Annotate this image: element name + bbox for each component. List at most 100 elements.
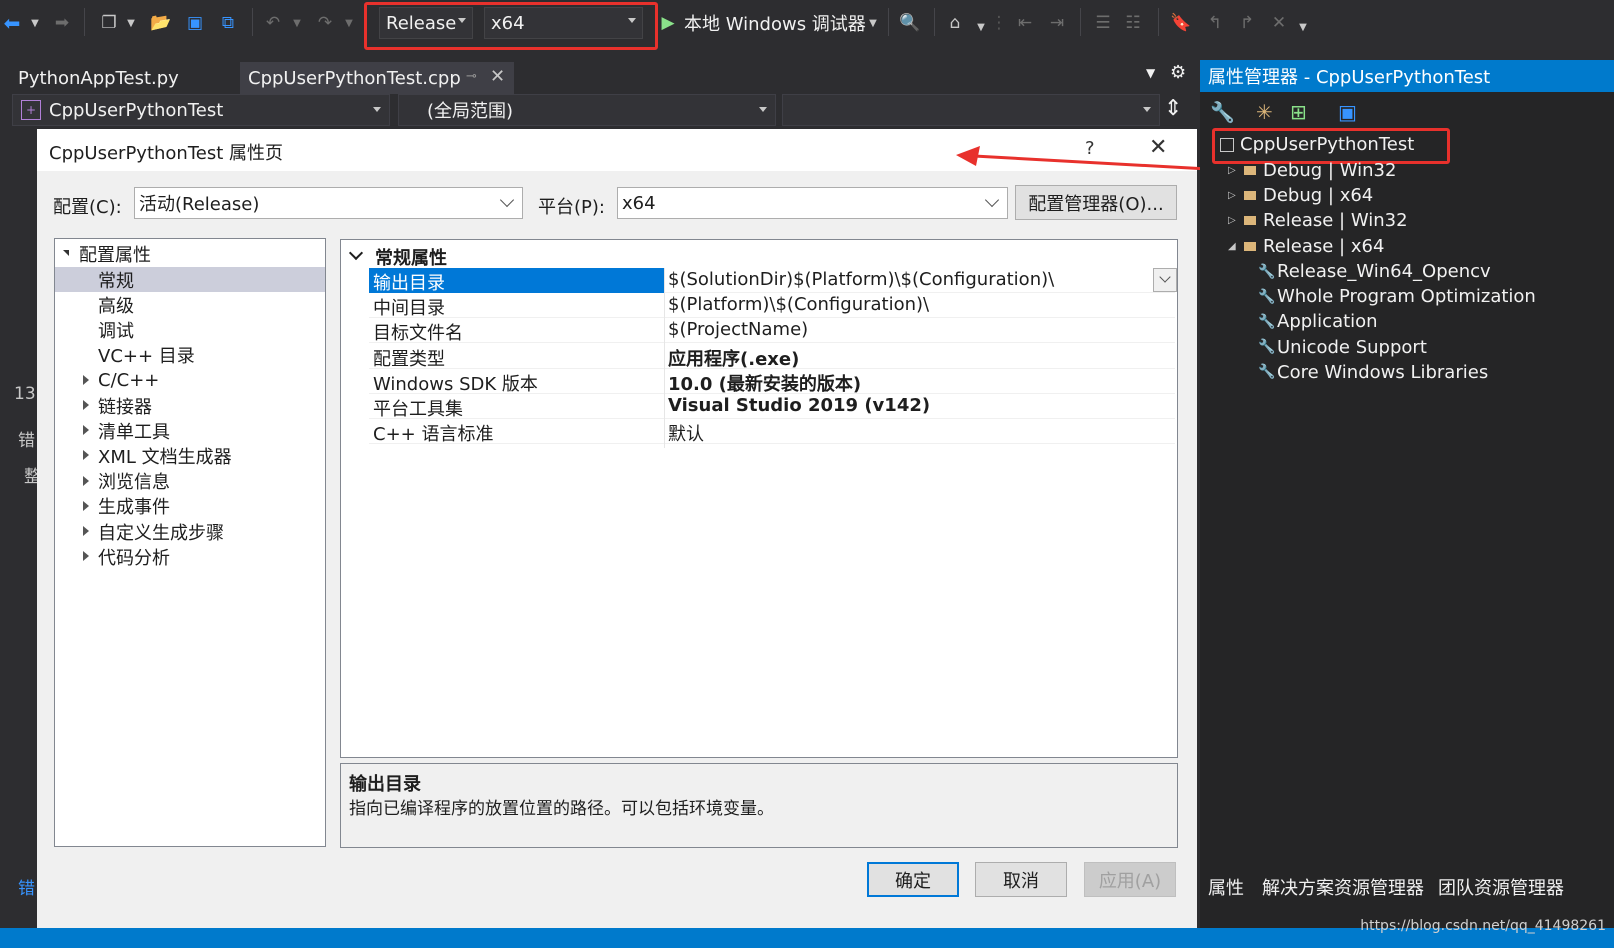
value-dropdown-button[interactable] bbox=[1153, 268, 1177, 292]
prev-bookmark-icon[interactable]: ↰ bbox=[1202, 10, 1228, 36]
property-value[interactable]: 应用程序(.exe) bbox=[668, 345, 799, 371]
wrench-icon[interactable]: 🔧 bbox=[1210, 100, 1235, 124]
tree-item[interactable]: C/C++ bbox=[55, 368, 325, 393]
expand-icon[interactable]: ▷ bbox=[1228, 165, 1240, 176]
debug-target-dropdown-icon[interactable]: ▼ bbox=[866, 10, 880, 36]
close-icon[interactable]: ✕ bbox=[490, 66, 505, 87]
expanded-icon[interactable] bbox=[63, 250, 69, 256]
pm-property-sheet[interactable]: 🔧 Core Windows Libraries bbox=[1258, 360, 1488, 385]
tree-item[interactable]: 链接器 bbox=[55, 393, 325, 418]
property-value[interactable]: Visual Studio 2019 (v142) bbox=[668, 395, 930, 416]
tab-properties[interactable]: 属性 bbox=[1208, 874, 1244, 900]
property-value[interactable]: 10.0 (最新安装的版本) bbox=[668, 370, 861, 396]
ok-button[interactable]: 确定 bbox=[867, 862, 959, 897]
outdent-icon[interactable]: ⇤ bbox=[1012, 10, 1038, 36]
uncomment-icon[interactable]: ☷ bbox=[1120, 10, 1146, 36]
next-bookmark-icon[interactable]: ↱ bbox=[1234, 10, 1260, 36]
tree-item[interactable]: VC++ 目录 bbox=[55, 343, 325, 368]
expand-icon[interactable] bbox=[83, 500, 89, 511]
member-nav-combo[interactable] bbox=[782, 94, 1160, 126]
tree-item[interactable]: 生成事件 bbox=[55, 494, 325, 519]
tree-root[interactable]: 配置属性 bbox=[55, 241, 325, 266]
tab-team-explorer[interactable]: 团队资源管理器 bbox=[1438, 874, 1564, 900]
expand-icon[interactable]: ▷ bbox=[1228, 215, 1240, 226]
grid-section-header[interactable]: 常规属性 bbox=[341, 242, 1177, 269]
indent-icon[interactable]: ⇥ bbox=[1044, 10, 1070, 36]
pin-icon[interactable]: ⊸ bbox=[466, 69, 477, 84]
configuration-manager-button[interactable]: 配置管理器(O)... bbox=[1015, 185, 1177, 220]
tree-item[interactable]: 调试 bbox=[55, 317, 325, 342]
pm-config-node[interactable]: ▷ Debug | Win32 bbox=[1228, 158, 1396, 183]
toolbar-overflow-icon[interactable]: ▼ bbox=[1296, 14, 1310, 40]
property-value[interactable]: $(SolutionDir)$(Platform)\$(Configuratio… bbox=[668, 269, 1054, 290]
comment-icon[interactable]: ☰ bbox=[1090, 10, 1116, 36]
tab-solution-explorer[interactable]: 解决方案资源管理器 bbox=[1262, 874, 1424, 900]
add-existing-sheet-icon[interactable]: ⊞ bbox=[1290, 100, 1307, 124]
property-row[interactable]: 平台工具集 Visual Studio 2019 (v142) bbox=[369, 394, 1175, 420]
expand-icon[interactable] bbox=[83, 400, 89, 410]
play-icon[interactable]: ▶ bbox=[658, 10, 678, 36]
clear-bookmarks-icon[interactable]: ✕ bbox=[1266, 10, 1292, 36]
collapse-icon[interactable] bbox=[348, 245, 364, 261]
add-new-sheet-icon[interactable]: ✳ bbox=[1256, 100, 1273, 124]
config-select[interactable]: 活动(Release) bbox=[134, 187, 523, 219]
scope-nav-combo[interactable]: (全局范围) bbox=[398, 94, 776, 126]
save-icon[interactable]: ▣ bbox=[1338, 100, 1357, 124]
pm-config-node[interactable]: ▷ Release | Win32 bbox=[1228, 208, 1408, 233]
apply-button[interactable]: 应用(A) bbox=[1084, 862, 1176, 897]
gear-icon[interactable]: ⚙ bbox=[1170, 62, 1186, 83]
redo-icon[interactable]: ↷ bbox=[312, 10, 338, 36]
expand-icon[interactable] bbox=[83, 475, 89, 486]
property-row[interactable]: 配置类型 应用程序(.exe) bbox=[369, 344, 1175, 371]
property-row[interactable]: 目标文件名 $(ProjectName) bbox=[369, 318, 1175, 344]
pm-config-node[interactable]: ◢ Release | x64 bbox=[1228, 234, 1384, 259]
expanded-icon[interactable]: ◢ bbox=[1228, 241, 1240, 252]
pm-property-sheet[interactable]: 🔧 Whole Program Optimization bbox=[1258, 284, 1536, 309]
tab-pythonapptest[interactable]: PythonAppTest.py bbox=[10, 62, 236, 94]
property-row[interactable]: C++ 语言标准 默认 bbox=[369, 419, 1175, 446]
new-project-dropdown-icon[interactable]: ▼ bbox=[124, 10, 138, 36]
property-value[interactable]: 默认 bbox=[668, 420, 704, 446]
home-icon[interactable]: ⌂ bbox=[942, 10, 968, 36]
forward-icon[interactable]: ➡ bbox=[50, 10, 74, 36]
start-debugging-button[interactable]: 本地 Windows 调试器 bbox=[684, 10, 866, 36]
project-nav-combo[interactable]: + CppUserPythonTest bbox=[12, 94, 390, 126]
property-row[interactable]: Windows SDK 版本 10.0 (最新安装的版本) bbox=[369, 369, 1175, 396]
bookmark-icon[interactable]: 🔖 bbox=[1168, 10, 1194, 36]
home-dropdown-icon[interactable]: ▼ bbox=[974, 14, 988, 40]
tree-item[interactable]: 自定义生成步骤 bbox=[55, 519, 325, 544]
pm-property-sheet[interactable]: 🔧 Application bbox=[1258, 309, 1378, 334]
tree-item[interactable]: 代码分析 bbox=[55, 544, 325, 569]
back-icon[interactable]: ⬅ bbox=[0, 10, 24, 36]
expand-icon[interactable]: ▷ bbox=[1228, 190, 1240, 201]
tab-list-dropdown-icon[interactable]: ▼ bbox=[1146, 66, 1155, 80]
expand-icon[interactable] bbox=[83, 425, 89, 436]
expand-icon[interactable] bbox=[83, 450, 89, 461]
pm-property-sheet[interactable]: 🔧 Unicode Support bbox=[1258, 335, 1427, 360]
redo-dropdown-icon[interactable]: ▼ bbox=[342, 10, 356, 36]
tree-item[interactable]: XML 文档生成器 bbox=[55, 443, 325, 468]
property-row[interactable]: 中间目录 $(Platform)\$(Configuration)\ bbox=[369, 293, 1175, 319]
new-project-icon[interactable]: ❐ bbox=[96, 10, 122, 36]
tree-item[interactable]: 清单工具 bbox=[55, 418, 325, 443]
open-folder-icon[interactable]: 📂 bbox=[148, 10, 174, 36]
split-icon[interactable]: ⇕ bbox=[1164, 96, 1182, 121]
platform-select[interactable]: x64 bbox=[617, 187, 1008, 219]
tab-cppuserpythontest[interactable]: CppUserPythonTest.cpp ⊸ ✕ bbox=[240, 62, 514, 94]
tree-item[interactable]: 常规 bbox=[55, 267, 325, 292]
expand-icon[interactable] bbox=[83, 526, 89, 536]
pm-property-sheet[interactable]: 🔧 Release_Win64_Opencv bbox=[1258, 259, 1491, 284]
find-in-files-icon[interactable]: 🔍 bbox=[897, 10, 923, 36]
back-dropdown-icon[interactable]: ▼ bbox=[28, 10, 42, 36]
cancel-button[interactable]: 取消 bbox=[975, 862, 1067, 897]
undo-icon[interactable]: ↶ bbox=[260, 10, 286, 36]
expand-icon[interactable] bbox=[83, 374, 89, 385]
property-value[interactable]: $(ProjectName) bbox=[668, 319, 808, 340]
tree-item[interactable]: 浏览信息 bbox=[55, 469, 325, 494]
expand-icon[interactable] bbox=[83, 551, 89, 562]
pm-config-node[interactable]: ▷ Debug | x64 bbox=[1228, 183, 1373, 208]
tree-item[interactable]: 高级 bbox=[55, 292, 325, 317]
save-icon[interactable]: ▣ bbox=[182, 10, 208, 36]
property-value[interactable]: $(Platform)\$(Configuration)\ bbox=[668, 294, 929, 315]
property-row[interactable]: 输出目录 $(SolutionDir)$(Platform)\$(Configur… bbox=[369, 268, 1175, 294]
